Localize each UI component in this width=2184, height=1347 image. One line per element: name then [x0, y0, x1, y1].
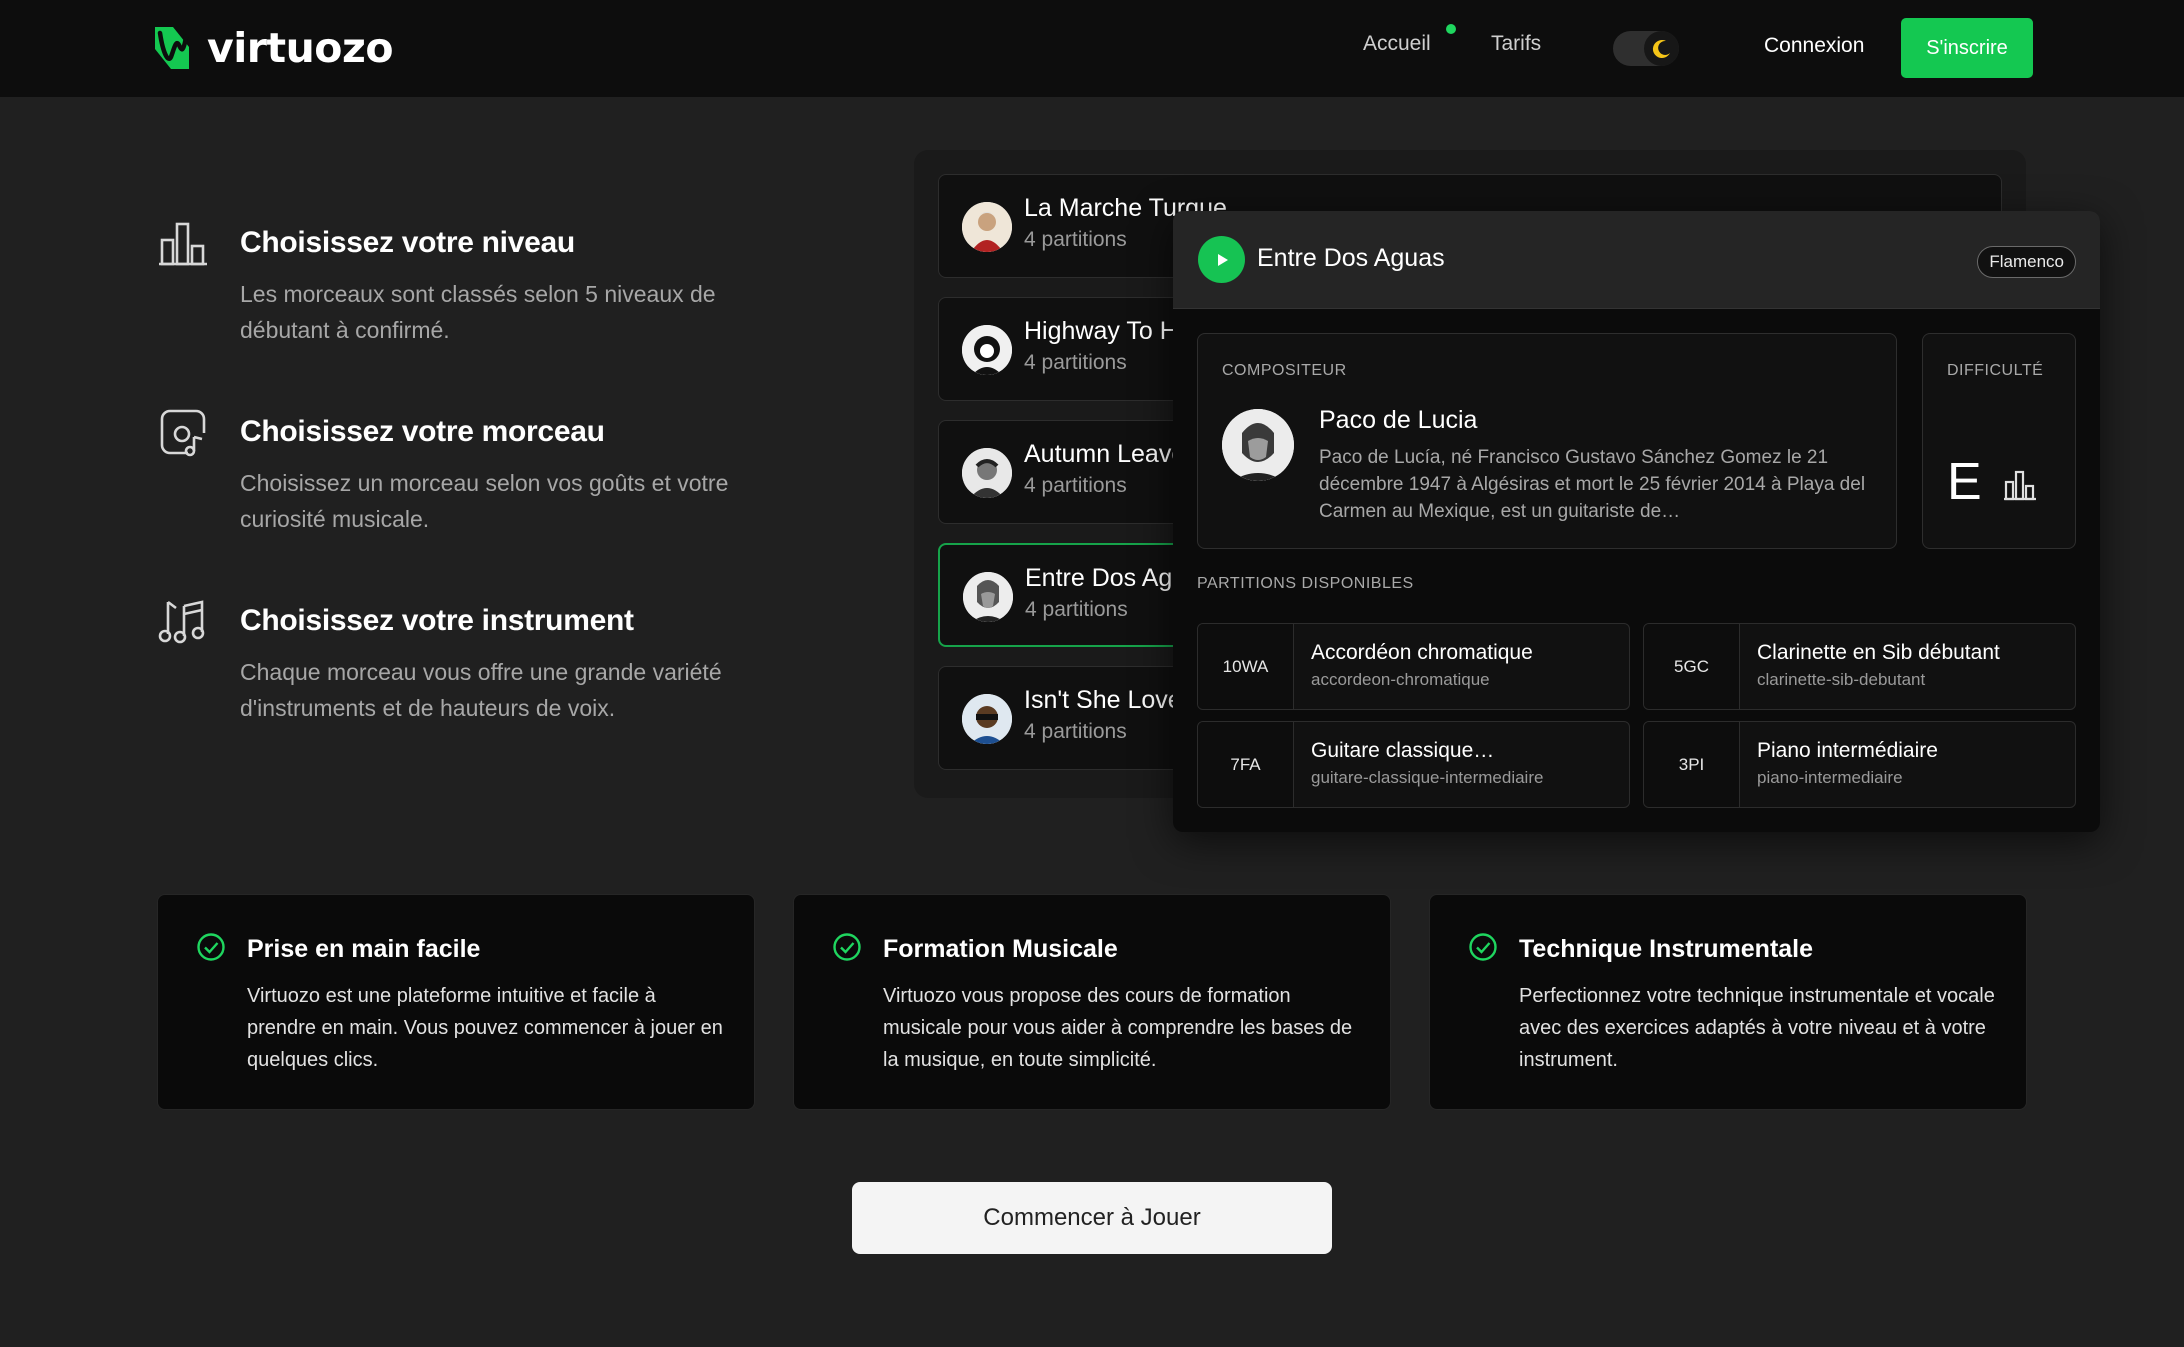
difficulty-card: DIFFICULTÉ E — [1922, 333, 2076, 549]
step-level: Choisissez votre niveau Les morceaux son… — [158, 218, 758, 358]
feature-description: Virtuozo vous propose des cours de forma… — [883, 985, 1353, 1071]
partition-item[interactable]: 5GC Clarinette en Sib débutant clarinett… — [1643, 623, 2076, 710]
detail-header: Entre Dos Aguas Flamenco — [1173, 211, 2100, 309]
nav-home-link[interactable]: Accueil — [1363, 32, 1431, 56]
step-title: Choisissez votre niveau — [240, 226, 575, 259]
play-icon — [1217, 253, 1228, 266]
song-detail-card: Entre Dos Aguas Flamenco COMPOSITEUR Pac… — [1173, 211, 2100, 832]
bar-chart-icon — [159, 222, 207, 266]
composer-card: COMPOSITEUR Paco de Lucia Paco de Lucía,… — [1197, 333, 1897, 549]
step-description: Chaque morceau vous offre une grande var… — [240, 659, 722, 721]
feature-description: Perfectionnez votre technique instrument… — [1519, 985, 1995, 1071]
feature-description: Virtuozo est une plateforme intuitive et… — [247, 985, 723, 1071]
feature-title: Formation Musicale — [883, 935, 1118, 963]
theme-toggle[interactable] — [1613, 31, 1679, 66]
check-circle-icon — [197, 933, 225, 961]
brand-name: virtuozo — [207, 24, 394, 72]
partition-slug: accordeon-chromatique — [1311, 670, 1490, 689]
song-partitions-count: 4 partitions — [1025, 598, 1128, 621]
feature-card: Technique Instrumentale Perfectionnez vo… — [1429, 894, 2027, 1110]
check-circle-icon — [833, 933, 861, 961]
composer-bio: Paco de Lucía, né Francisco Gustavo Sánc… — [1319, 447, 1866, 522]
partition-item[interactable]: 3PI Piano intermédiaire piano-intermedia… — [1643, 721, 2076, 808]
partition-name: Accordéon chromatique — [1311, 641, 1533, 664]
artist-avatar — [963, 572, 1013, 622]
feature-title: Technique Instrumentale — [1519, 935, 1814, 963]
nav-pricing-link[interactable]: Tarifs — [1491, 32, 1541, 56]
start-playing-button[interactable]: Commencer à Jouer — [852, 1182, 1332, 1254]
artist-avatar — [962, 448, 1012, 498]
song-partitions-count: 4 partitions — [1024, 474, 1127, 497]
artist-avatar — [962, 694, 1012, 744]
song-partitions-count: 4 partitions — [1024, 720, 1127, 743]
partition-item[interactable]: 10WA Accordéon chromatique accordeon-chr… — [1197, 623, 1630, 710]
moon-icon — [1644, 31, 1679, 66]
parts-label: PARTITIONS DISPONIBLES — [1197, 575, 1414, 592]
partition-code: 7FA — [1198, 722, 1294, 807]
bar-chart-icon — [2004, 470, 2036, 501]
step-description: Les morceaux sont classés selon 5 niveau… — [240, 281, 716, 343]
step-title: Choisissez votre morceau — [240, 415, 605, 448]
detail-title: Entre Dos Aguas — [1257, 244, 1445, 272]
composer-photo — [1222, 409, 1294, 481]
composer-name: Paco de Lucia — [1319, 406, 1478, 434]
difficulty-label: DIFFICULTÉ — [1947, 362, 2044, 379]
partition-code: 10WA — [1198, 624, 1294, 709]
top-nav-bar: virtuozo Accueil Tarifs Connexion S'insc… — [0, 0, 2184, 97]
step-title: Choisissez votre instrument — [240, 604, 634, 637]
composer-label: COMPOSITEUR — [1222, 362, 1347, 379]
song-partitions-count: 4 partitions — [1024, 351, 1127, 374]
check-circle-icon — [1469, 933, 1497, 961]
difficulty-grade: E — [1947, 453, 1982, 511]
partition-code: 3PI — [1644, 722, 1740, 807]
partition-slug: piano-intermediaire — [1757, 768, 1903, 787]
login-link[interactable]: Connexion — [1764, 34, 1864, 58]
signup-button[interactable]: S'inscrire — [1901, 18, 2033, 78]
step-description: Choisissez un morceau selon vos goûts et… — [240, 470, 729, 532]
partition-slug: guitare-classique-intermediaire — [1311, 768, 1544, 787]
feature-card: Prise en main facile Virtuozo est une pl… — [157, 894, 755, 1110]
partition-name: Piano intermédiaire — [1757, 739, 1938, 762]
feature-title: Prise en main facile — [247, 935, 481, 963]
composer-avatar — [962, 202, 1012, 252]
song-partitions-count: 4 partitions — [1024, 228, 1127, 251]
music-notes-icon — [158, 600, 205, 644]
feature-card: Formation Musicale Virtuozo vous propose… — [793, 894, 1391, 1110]
partition-code: 5GC — [1644, 624, 1740, 709]
artist-avatar — [962, 325, 1012, 375]
virtuozo-logo-icon — [155, 27, 189, 69]
brand-logo[interactable]: virtuozo — [149, 22, 394, 74]
music-file-icon — [160, 409, 206, 457]
partition-name: Guitare classique… — [1311, 739, 1495, 762]
partition-slug: clarinette-sib-debutant — [1757, 670, 1926, 689]
step-song: Choisissez votre morceau Choisissez un m… — [158, 407, 758, 547]
active-indicator-dot — [1446, 24, 1456, 34]
partition-item[interactable]: 7FA Guitare classique… guitare-classique… — [1197, 721, 1630, 808]
song-title: Autumn Leaves — [1024, 440, 1198, 468]
partition-name: Clarinette en Sib débutant — [1757, 641, 2000, 664]
genre-badge: Flamenco — [1977, 246, 2076, 278]
step-instrument: Choisissez votre instrument Chaque morce… — [158, 596, 758, 736]
play-button[interactable] — [1198, 236, 1245, 283]
